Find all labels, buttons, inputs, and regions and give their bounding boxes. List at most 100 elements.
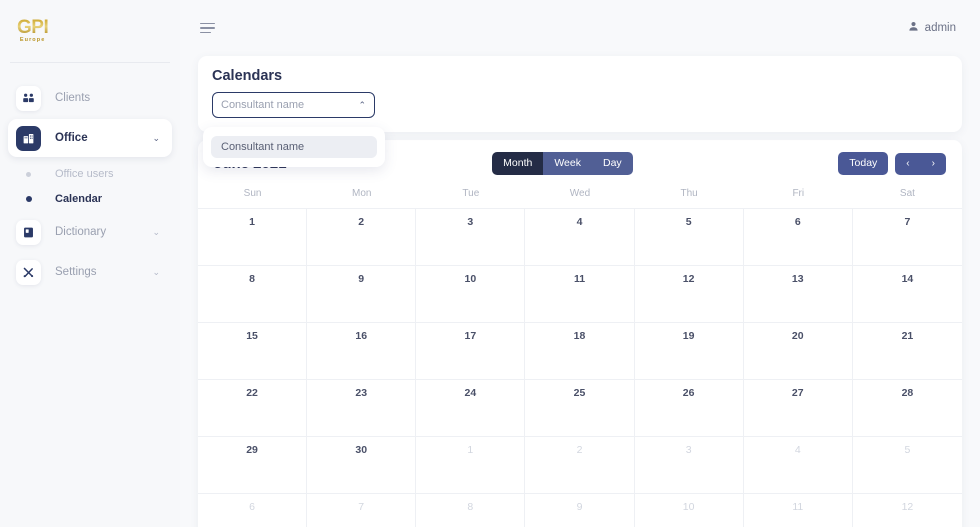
sidebar-item-label: Dictionary (55, 226, 107, 238)
chevron-down-icon: ⌄ (152, 266, 160, 277)
weekday-label: Thu (680, 188, 698, 199)
calendar-day-cell[interactable]: 30 (307, 437, 417, 494)
calendar-day-cell[interactable]: 9 (307, 266, 417, 323)
calendar-day-cell[interactable]: 24 (416, 380, 526, 437)
calendar-view-toggle: Month Week Day (492, 152, 633, 175)
consultant-select-wrap: Consultant name ⌃ Consultant name (203, 92, 385, 167)
sidebar-item-office-users[interactable]: Office users (8, 162, 172, 186)
next-month-button[interactable]: › (921, 153, 946, 175)
sidebar-item-office[interactable]: Office ⌄ (8, 119, 172, 157)
calendar-day-cell[interactable]: 7 (852, 209, 962, 266)
calendar-day-cell[interactable]: 27 (743, 380, 853, 437)
tab-day[interactable]: Day (591, 152, 633, 175)
calendar-nav-buttons: Today ‹ › (838, 152, 946, 175)
calendar-day-cell[interactable]: 22 (198, 380, 308, 437)
consultant-select-value: Consultant name (221, 99, 305, 111)
tab-month[interactable]: Month (492, 152, 544, 175)
calendar-day-cell[interactable]: 7 (307, 494, 417, 527)
calendars-card: Calendars Consultant name ⌃ Consultant n… (198, 56, 962, 167)
calendar-day-cell[interactable]: 28 (852, 380, 962, 437)
chevron-down-icon: ⌄ (152, 132, 160, 143)
calendar-day-cell[interactable]: 10 (416, 266, 526, 323)
calendar-day-cell[interactable]: 18 (525, 323, 635, 380)
consultant-dropdown: Consultant name (203, 127, 385, 167)
calendar-day-cell[interactable]: 3 (634, 437, 744, 494)
prev-next-group: ‹ › (895, 152, 946, 175)
calendar-week-row: 22 23 24 25 26 27 28 (198, 380, 962, 437)
sidebar-item-clients[interactable]: Clients (8, 79, 172, 117)
sidebar-subitem-label: Calendar (55, 193, 103, 205)
calendar-day-cell[interactable]: 1 (198, 209, 308, 266)
calendar-day-cell[interactable]: 12 (634, 266, 744, 323)
chevron-down-icon: ⌄ (152, 226, 160, 237)
calendar-week-row: 29 30 1 2 3 4 5 (198, 437, 962, 494)
calendar-week-row: 6 7 8 9 10 11 12 (198, 494, 962, 527)
user-icon (908, 19, 919, 37)
tab-week[interactable]: Week (543, 152, 592, 175)
logo-text: GPI (17, 17, 49, 39)
calendar-day-cell[interactable]: 25 (525, 380, 635, 437)
bullet-icon (16, 171, 41, 177)
chevron-up-icon: ⌃ (358, 99, 366, 110)
calendar-day-cell[interactable]: 21 (852, 323, 962, 380)
calendar-day-cell[interactable]: 1 (416, 437, 526, 494)
calendar-day-cell[interactable]: 16 (307, 323, 417, 380)
consultant-select[interactable]: Consultant name ⌃ (212, 92, 375, 118)
user-menu[interactable]: admin (908, 19, 956, 37)
calendar-day-cell[interactable]: 14 (852, 266, 962, 323)
calendar-day-cell[interactable]: 13 (743, 266, 853, 323)
calendar-week-row: 15 16 17 18 19 20 21 (198, 323, 962, 380)
hamburger-icon[interactable] (198, 19, 217, 38)
calendar-day-cell[interactable]: 15 (198, 323, 308, 380)
calendar-day-cell[interactable]: 17 (416, 323, 526, 380)
calendar-day-cell[interactable]: 20 (743, 323, 853, 380)
calendar-day-cell[interactable]: 12 (853, 494, 962, 527)
calendar-day-cell[interactable]: 6 (743, 209, 853, 266)
calendar-day-cell[interactable]: 9 (525, 494, 635, 527)
content-area: Calendars Consultant name ⌃ Consultant n… (180, 56, 980, 527)
calendar-day-cell[interactable]: 10 (635, 494, 744, 527)
calendar-day-cell[interactable]: 5 (852, 437, 962, 494)
app-root: GPI Europe Clients Office ⌄ Office users… (0, 0, 980, 527)
calendar-day-cell[interactable]: 2 (307, 209, 417, 266)
calendar-day-cell[interactable]: 11 (744, 494, 853, 527)
calendar-day-cell[interactable]: 5 (634, 209, 744, 266)
calendar-day-cell[interactable]: 26 (634, 380, 744, 437)
calendar-day-cell[interactable]: 8 (198, 266, 308, 323)
user-name: admin (924, 22, 956, 34)
calendar-day-cell[interactable]: 6 (198, 494, 308, 527)
sidebar-nav: Clients Office ⌄ Office users Calendar D… (0, 63, 180, 291)
book-icon (16, 219, 41, 245)
calendar-day-cell[interactable]: 11 (525, 266, 635, 323)
calendar-week-row: 1234567 (198, 209, 962, 266)
users-icon (16, 85, 41, 111)
logo[interactable]: GPI Europe (0, 0, 180, 62)
calendar-grid: 1 2 3 4 5 6 7 8 9 10 11 12 13 14 15 16 17 18 19 20 21 22 23 24 2… (198, 208, 962, 527)
calendar-day-cell[interactable]: 29 (198, 437, 308, 494)
calendar-day-cell[interactable]: 4 (743, 437, 853, 494)
calendar-day-cell[interactable]: 4 (525, 209, 635, 266)
sidebar-item-label: Clients (55, 92, 91, 104)
weekday-label: Sat (899, 188, 915, 199)
calendar-day-cell[interactable]: 23 (307, 380, 417, 437)
calendar-day-cell[interactable]: 8 (416, 494, 526, 527)
prev-month-button[interactable]: ‹ (895, 153, 920, 175)
calendar-day-cell[interactable]: 19 (634, 323, 744, 380)
weekday-label: Mon (351, 188, 372, 199)
page-title: Calendars (212, 68, 283, 84)
sidebar-item-settings[interactable]: Settings ⌄ (8, 253, 172, 291)
sidebar-item-calendar[interactable]: Calendar (8, 187, 172, 211)
calendar-week-row: 8 9 10 11 12 13 14 (198, 266, 962, 323)
logo-subtext: Europe (19, 37, 46, 44)
sidebar: GPI Europe Clients Office ⌄ Office users… (0, 0, 180, 527)
sidebar-item-label: Settings (55, 266, 97, 278)
weekday-label: Tue (462, 188, 480, 199)
sidebar-subitem-label: Office users (55, 168, 114, 180)
sidebar-item-dictionary[interactable]: Dictionary ⌄ (8, 213, 172, 251)
calendar-day-cell[interactable]: 2 (525, 437, 635, 494)
sidebar-subnav-office: Office users Calendar (0, 159, 180, 211)
topbar: admin (180, 0, 980, 56)
today-button[interactable]: Today (838, 152, 889, 175)
dropdown-option[interactable]: Consultant name (211, 136, 377, 158)
calendar-day-cell[interactable]: 3 (416, 209, 526, 266)
